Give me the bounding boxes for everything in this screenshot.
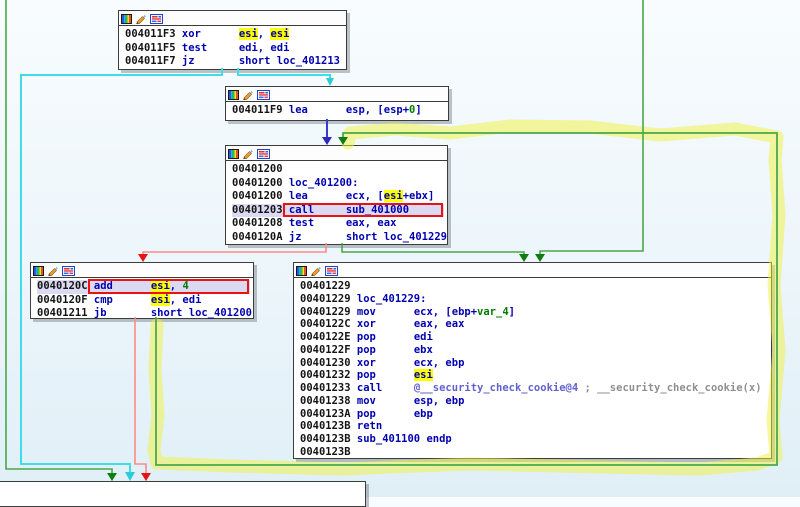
node-body: 0040120C add esi, 40040120F cmp esi, edi… bbox=[31, 278, 253, 321]
node-titlebar[interactable] bbox=[119, 11, 346, 26]
node-body: 0040120000401200 loc_401200:00401200 lea… bbox=[226, 161, 447, 245]
node-color-icon[interactable] bbox=[121, 14, 132, 24]
asm-line[interactable]: 00401230 xor ecx, ebp bbox=[300, 357, 771, 370]
asm-line[interactable]: 004011F5 test edi, edi bbox=[125, 42, 346, 56]
edge-arrow bbox=[322, 137, 332, 145]
node-frame-icon[interactable] bbox=[150, 14, 163, 24]
asm-line[interactable]: 004011F7 jz short loc_401213 bbox=[125, 55, 346, 69]
edge-arrow bbox=[535, 254, 545, 262]
node-color-icon[interactable] bbox=[228, 90, 239, 100]
asm-line[interactable]: 00401211 jb short loc_401200 bbox=[37, 307, 253, 321]
asm-line[interactable]: 00401232 pop esi bbox=[300, 369, 771, 382]
node-titlebar[interactable] bbox=[31, 263, 253, 278]
graph-canvas[interactable]: 004011F3 xor esi, esi004011F5 test edi, … bbox=[0, 0, 800, 497]
node-titlebar[interactable] bbox=[226, 146, 447, 161]
graph-node-0040120C[interactable]: 0040120C add esi, 40040120F cmp esi, edi… bbox=[30, 262, 254, 319]
asm-line[interactable]: 00401200 lea ecx, [esi+ebx] bbox=[232, 190, 447, 204]
node-edit-icon[interactable] bbox=[310, 266, 322, 276]
edge-green-left-to-bottom[interactable] bbox=[6, 0, 112, 473]
edge-arrow bbox=[326, 78, 334, 86]
edge-arrow bbox=[125, 472, 135, 481]
graph-node-00401200[interactable]: 0040120000401200 loc_401200:00401200 lea… bbox=[225, 145, 448, 245]
graph-node-004011F3[interactable]: 004011F3 xor esi, esi004011F5 test edi, … bbox=[118, 10, 347, 70]
edge-green-top-to-e[interactable] bbox=[540, 0, 643, 255]
node-frame-icon[interactable] bbox=[325, 266, 338, 276]
graph-node-004011F9[interactable]: 004011F9 lea esp, [esp+0] bbox=[225, 86, 449, 121]
edge-arrow bbox=[338, 137, 348, 145]
node-frame-icon[interactable] bbox=[257, 149, 270, 159]
node-frame-icon[interactable] bbox=[62, 266, 75, 276]
asm-line[interactable]: 0040120A jz short loc_401229 bbox=[232, 231, 447, 245]
node-body: 004011F3 xor esi, esi004011F5 test edi, … bbox=[119, 26, 346, 69]
asm-line[interactable]: 00401200 loc_401200: bbox=[232, 177, 447, 191]
node-body: 0040122900401229 loc_401229:00401229 mov… bbox=[294, 278, 771, 459]
asm-line[interactable]: 004011F9 lea esp, [esp+0] bbox=[232, 104, 448, 118]
node-color-icon[interactable] bbox=[296, 266, 307, 276]
node-body bbox=[0, 482, 365, 484]
asm-line[interactable]: 0040120F cmp esi, edi bbox=[37, 294, 253, 308]
node-titlebar[interactable] bbox=[226, 87, 448, 102]
node-frame-icon[interactable] bbox=[257, 90, 270, 100]
asm-line[interactable]: 00401233 call @__security_check_cookie@4… bbox=[300, 382, 771, 395]
edge-arrow bbox=[519, 254, 529, 262]
asm-line[interactable]: 00401200 bbox=[232, 163, 447, 177]
node-color-icon[interactable] bbox=[228, 149, 239, 159]
edge-red-d-to-bottom[interactable] bbox=[135, 317, 146, 473]
node-edit-icon[interactable] bbox=[242, 90, 254, 100]
asm-line[interactable]: 0040122E pop edi bbox=[300, 331, 771, 344]
edge-arrow bbox=[141, 473, 151, 481]
asm-line[interactable]: 00401229 mov ecx, [ebp+var_4] bbox=[300, 306, 771, 319]
asm-line[interactable]: 00401208 test eax, eax bbox=[232, 217, 447, 231]
asm-line[interactable]: 0040123A pop ebp bbox=[300, 408, 771, 421]
edge-arrow bbox=[138, 254, 148, 262]
asm-line[interactable]: 0040123B retn bbox=[300, 420, 771, 433]
asm-line[interactable]: 004011F3 xor esi, esi bbox=[125, 28, 346, 42]
graph-node-partial-bottom[interactable] bbox=[0, 481, 366, 507]
asm-line[interactable]: 00401229 bbox=[300, 280, 771, 293]
node-edit-icon[interactable] bbox=[47, 266, 59, 276]
asm-line[interactable]: 0040122C xor eax, eax bbox=[300, 318, 771, 331]
node-edit-icon[interactable] bbox=[242, 149, 254, 159]
asm-line[interactable]: 0040122F pop ebx bbox=[300, 344, 771, 357]
node-body: 004011F9 lea esp, [esp+0] bbox=[226, 102, 448, 118]
asm-line[interactable]: 0040123B sub_401100 endp bbox=[300, 433, 771, 446]
edge-arrow bbox=[107, 473, 117, 481]
asm-line[interactable]: 00401229 loc_401229: bbox=[300, 293, 771, 306]
asm-line[interactable]: 00401203 call sub_401000 bbox=[232, 204, 444, 218]
asm-line[interactable]: 00401238 mov esp, ebp bbox=[300, 395, 771, 408]
asm-line[interactable]: 0040123B bbox=[300, 446, 771, 459]
node-color-icon[interactable] bbox=[33, 266, 44, 276]
node-titlebar[interactable] bbox=[294, 263, 771, 278]
asm-line[interactable]: 0040120C add esi, 4 bbox=[37, 280, 250, 294]
node-edit-icon[interactable] bbox=[135, 14, 147, 24]
graph-node-00401229[interactable]: 0040122900401229 loc_401229:00401229 mov… bbox=[293, 262, 772, 459]
